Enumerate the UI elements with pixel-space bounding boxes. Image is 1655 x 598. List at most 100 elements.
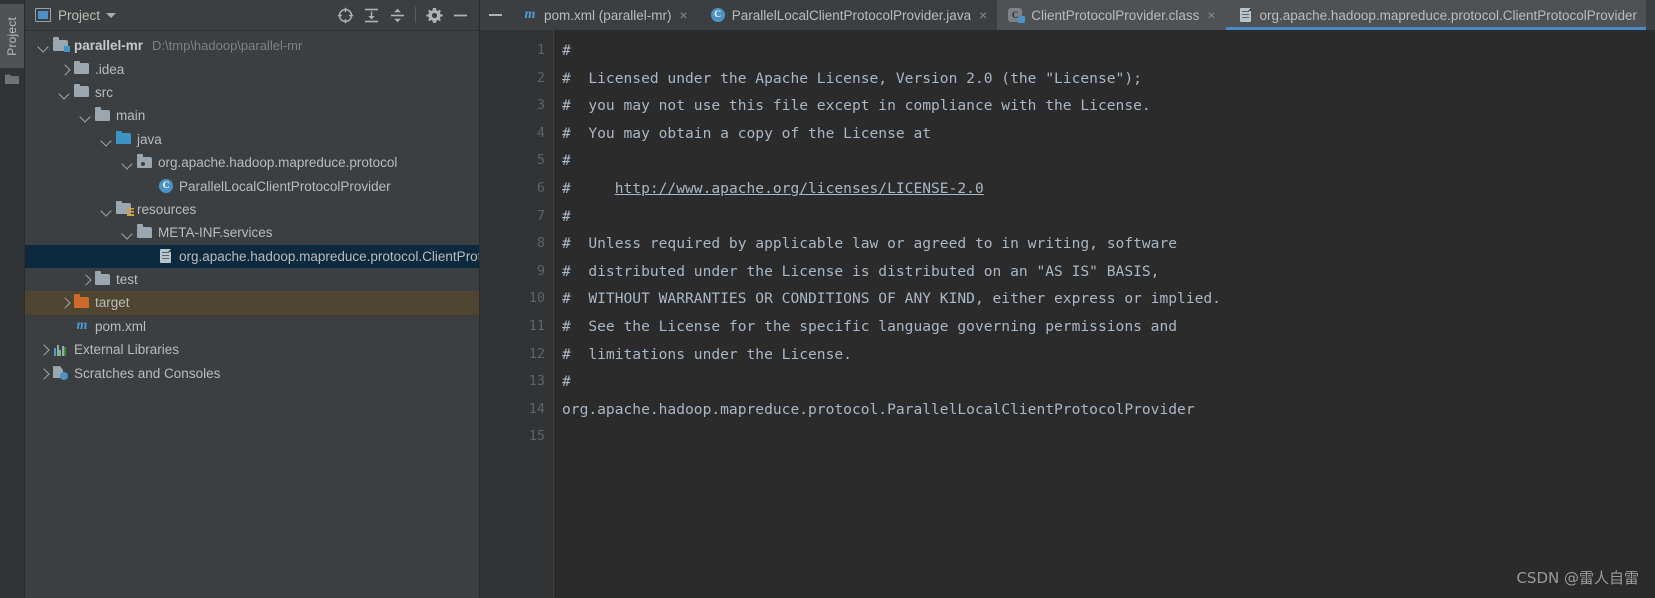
project-panel-title: Project <box>58 7 101 23</box>
close-icon[interactable]: × <box>1206 8 1216 22</box>
tree-row[interactable]: test <box>25 268 479 291</box>
code-line-text: # <box>562 42 571 59</box>
intellij-window: Project Project parallel-mr D:\tmp\hadoo… <box>0 0 1655 598</box>
tree-row[interactable]: META-INF.services <box>25 221 479 244</box>
editor-tab[interactable]: C ClientProtocolProvider.class × <box>997 0 1226 30</box>
tree-item-label: org.apache.hadoop.mapreduce.protocol.Cli… <box>179 248 479 264</box>
tree-item-label: .idea <box>95 61 125 77</box>
tree-item-label: org.apache.hadoop.mapreduce.protocol <box>158 155 398 171</box>
collapse-all-icon[interactable] <box>384 2 410 28</box>
compiled-class-icon: C <box>1008 7 1026 23</box>
code-line: org.apache.hadoop.mapreduce.protocol.Par… <box>562 396 1655 424</box>
chevron-right-icon[interactable] <box>58 296 71 309</box>
code-line: # See the License for the specific langu… <box>562 313 1655 341</box>
code-line: # <box>562 37 1655 65</box>
code-line: # WITHOUT WARRANTIES OR CONDITIONS OF AN… <box>562 285 1655 313</box>
code-line-text: # limitations under the License. <box>562 345 852 363</box>
text-file-icon <box>1237 7 1253 23</box>
editor-area: m pom.xml (parallel-mr) × C ParallelLocalCli… <box>480 0 1655 598</box>
editor-tab-label: pom.xml (parallel-mr) <box>544 7 672 23</box>
tree-item-path: D:\tmp\hadoop\parallel-mr <box>152 38 303 54</box>
chevron-down-icon[interactable] <box>100 203 113 216</box>
close-icon[interactable]: × <box>978 8 988 22</box>
tree-row[interactable]: target <box>25 291 479 315</box>
editor-tab[interactable]: org.apache.hadoop.mapreduce.protocol.Cli… <box>1225 0 1647 30</box>
code-line: # <box>562 147 1655 175</box>
minimize-icon[interactable] <box>480 0 510 30</box>
chevron-right-icon[interactable] <box>37 367 50 380</box>
chevron-down-icon[interactable] <box>106 12 117 18</box>
tree-row[interactable]: C ParallelLocalClientProtocolProvider <box>25 174 479 197</box>
line-number: 13 <box>528 373 545 390</box>
tree-item-label: main <box>116 108 146 124</box>
tree-row[interactable]: Scratches and Consoles <box>25 361 479 384</box>
chevron-right-icon[interactable] <box>79 273 92 286</box>
tree-row[interactable]: main <box>25 104 479 127</box>
code-line: # Unless required by applicable law or a… <box>562 230 1655 258</box>
select-opened-file-icon[interactable] <box>332 2 358 28</box>
tree-item-label: target <box>95 295 130 311</box>
editor-tab[interactable]: m pom.xml (parallel-mr) × <box>510 0 698 30</box>
tree-row[interactable]: resources <box>25 198 479 221</box>
tool-window-tab-project-label: Project <box>5 16 19 56</box>
maven-file-icon: m <box>76 318 88 334</box>
chevron-right-icon[interactable] <box>58 63 71 76</box>
code-line-text: # You may obtain a copy of the License a… <box>562 124 932 142</box>
code-line: # you may not use this file except in co… <box>562 92 1655 120</box>
code-line: # limitations under the License. <box>562 341 1655 369</box>
chevron-down-icon[interactable] <box>79 109 92 122</box>
chevron-down-icon[interactable] <box>37 39 50 52</box>
chevron-down-icon[interactable] <box>100 133 113 146</box>
project-toolbar: Project <box>25 0 479 31</box>
left-tool-window-bar: Project <box>0 0 25 598</box>
maven-file-icon: m <box>524 7 536 22</box>
code-text[interactable]: # # Licensed under the Apache License, Ve… <box>554 30 1655 598</box>
project-window-icon <box>35 8 51 22</box>
chevron-down-icon[interactable] <box>121 226 134 239</box>
line-number: 8 <box>536 235 545 252</box>
tree-row[interactable]: java <box>25 128 479 151</box>
tree-item-label: META-INF.services <box>158 225 273 241</box>
code-line: # http://www.apache.org/licenses/LICENSE… <box>562 175 1655 203</box>
line-number: 12 <box>528 345 545 362</box>
project-tree[interactable]: parallel-mr D:\tmp\hadoop\parallel-mr .ide… <box>25 31 479 598</box>
tree-row[interactable]: org.apache.hadoop.mapreduce.protocol <box>25 151 479 174</box>
tool-window-tab-project[interactable]: Project <box>0 4 24 68</box>
code-line-text: # <box>562 179 615 197</box>
line-number: 15 <box>528 428 545 445</box>
folder-icon <box>73 83 90 100</box>
license-url-link[interactable]: http://www.apache.org/licenses/LICENSE-2… <box>615 180 984 197</box>
line-number: 9 <box>536 262 545 279</box>
tree-row[interactable]: parallel-mr D:\tmp\hadoop\parallel-mr <box>25 34 479 57</box>
code-line-text: # <box>562 373 571 391</box>
tree-row[interactable]: src <box>25 81 479 104</box>
editor-tab[interactable]: C ParallelLocalClientProtocolProvider.jav… <box>697 0 998 30</box>
chevron-right-icon[interactable] <box>37 343 50 356</box>
settings-gear-icon[interactable] <box>421 2 447 28</box>
close-icon[interactable]: × <box>679 8 689 22</box>
tree-row[interactable]: m pom.xml <box>25 315 479 338</box>
code-editor[interactable]: 1 2 3 4 5 6 7 8 9 10 11 12 13 14 15 # # Licensed under … <box>480 30 1655 598</box>
tree-row[interactable]: External Libraries <box>25 338 479 361</box>
tree-row[interactable]: org.apache.hadoop.mapreduce.protocol.Cli… <box>25 244 479 268</box>
project-view-selector[interactable]: Project <box>35 8 100 23</box>
module-folder-icon <box>52 37 70 54</box>
tree-item-label: java <box>137 131 162 147</box>
folder-icon <box>136 224 153 241</box>
hide-panel-icon[interactable] <box>447 2 473 28</box>
chevron-down-icon[interactable] <box>121 156 134 169</box>
line-number: 4 <box>536 124 545 141</box>
excluded-folder-icon <box>73 294 90 311</box>
code-line-text: org.apache.hadoop.mapreduce.protocol.Par… <box>562 400 1195 418</box>
java-class-icon: C <box>709 7 725 23</box>
expand-all-icon[interactable] <box>358 2 384 28</box>
code-line: # You may obtain a copy of the License a… <box>562 120 1655 148</box>
tree-item-label: External Libraries <box>74 342 180 358</box>
tree-row[interactable]: .idea <box>25 57 479 80</box>
java-class-icon: C <box>157 178 174 194</box>
chevron-down-icon[interactable] <box>58 86 71 99</box>
line-number: 11 <box>528 317 545 334</box>
code-line-text: # Unless required by applicable law or a… <box>562 235 1178 253</box>
